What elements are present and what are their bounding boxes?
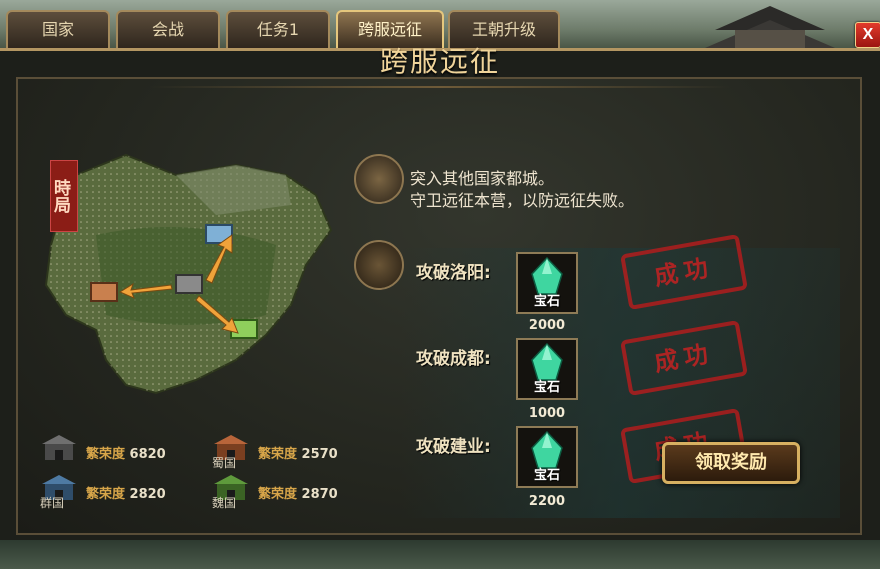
world-map — [44, 153, 333, 395]
description-line-2: 守卫远征本营，以防远征失败。 — [410, 191, 635, 210]
background-bottom — [0, 540, 880, 569]
prosperity-label: 繁荣度 — [86, 487, 126, 502]
gem-name: 宝石 — [533, 294, 560, 309]
map-seal: 時局 — [50, 160, 78, 232]
description-line-1: 突入其他国家都城。 — [410, 169, 555, 188]
reward-amount-1: 2000 — [528, 318, 566, 333]
reward-slot-2[interactable]: 宝石 — [516, 338, 578, 400]
gem-name: 宝石 — [533, 468, 560, 483]
prosperity-label: 繁荣度 — [258, 487, 298, 502]
description: 突入其他国家都城。 守卫远征本营，以防远征失败。 — [410, 168, 634, 212]
objective-label-chengdu: 攻破成都: — [416, 349, 491, 369]
country-label-wei: 魏国 — [212, 496, 237, 510]
objective-label-jianye: 攻破建业: — [416, 437, 491, 457]
scroll-icon — [354, 154, 404, 204]
reward-slot-1[interactable]: 宝石 — [516, 252, 578, 314]
prosperity-row-3: 繁荣度 2820 — [86, 483, 166, 502]
prosperity-value: 2870 — [301, 487, 338, 502]
reward-amount-2: 1000 — [528, 406, 566, 421]
prosperity-value: 6820 — [129, 447, 166, 462]
objective-label-luoyang: 攻破洛阳: — [416, 263, 491, 283]
title-divider — [150, 86, 730, 88]
country-label-shu: 蜀国 — [212, 456, 237, 470]
prosperity-row-4: 繁荣度 2870 — [258, 483, 338, 502]
prosperity-label: 繁荣度 — [86, 447, 126, 462]
country-label-qun: 群国 — [40, 496, 65, 510]
prosperity-row-2: 繁荣度 2570 — [258, 443, 338, 462]
claim-reward-button[interactable]: 领取奖励 — [662, 442, 800, 484]
prosperity-value: 2820 — [129, 487, 166, 502]
panel-title: 跨服远征 — [379, 45, 500, 78]
prosperity-label: 繁荣度 — [258, 447, 298, 462]
treasure-chest-icon — [354, 240, 404, 290]
prosperity-value: 2570 — [301, 447, 338, 462]
reward-amount-3: 2200 — [528, 494, 566, 509]
city-gate-icon — [42, 435, 76, 460]
reward-slot-3[interactable]: 宝石 — [516, 426, 578, 488]
gem-name: 宝石 — [533, 380, 560, 395]
prosperity-row-1: 繁荣度 6820 — [86, 443, 166, 462]
